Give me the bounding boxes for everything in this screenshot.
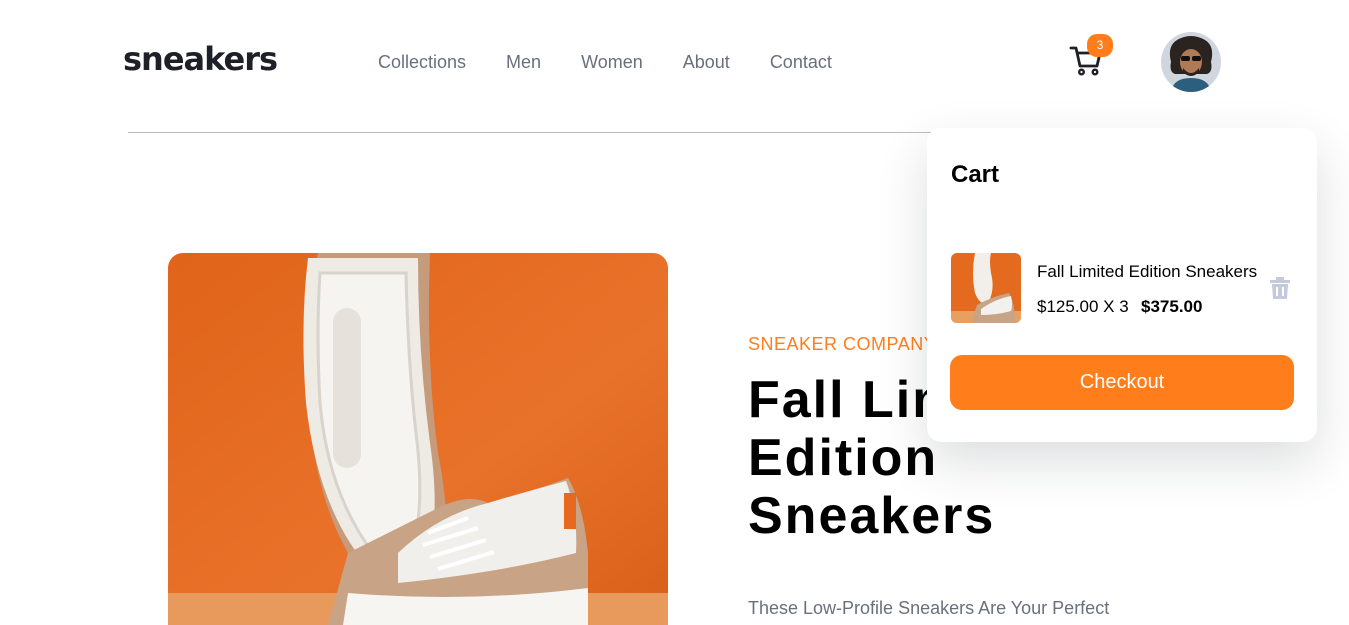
product-image[interactable] [168, 253, 668, 625]
main-nav: Collections Men Women About Contact [378, 52, 832, 73]
cart-item-name: Fall Limited Edition Sneakers [1037, 262, 1258, 281]
nav-collections[interactable]: Collections [378, 52, 466, 73]
company-label: SNEAKER COMPANY [748, 334, 937, 354]
nav-women[interactable]: Women [581, 52, 643, 73]
nav-contact[interactable]: Contact [770, 52, 832, 73]
site-header: sneakers Collections Men Women About Con… [0, 0, 1349, 133]
cart-dropdown: Cart Fall Limited Edition Sneakers $125.… [927, 128, 1317, 442]
cart-item-thumbnail [951, 253, 1021, 323]
cart-item-price: $125.00 X 3 [1037, 297, 1129, 316]
cart-heading: Cart [951, 161, 1000, 188]
cart-count-badge: 3 [1087, 34, 1113, 57]
nav-about[interactable]: About [683, 52, 730, 73]
checkout-button[interactable]: Checkout [950, 355, 1294, 410]
cart-item-total: $375.00 [1141, 297, 1203, 316]
user-avatar[interactable] [1161, 32, 1221, 92]
product-description: These Low-Profile Sneakers Are Your Perf… [748, 598, 1110, 618]
nav-men[interactable]: Men [506, 52, 541, 73]
logo[interactable]: sneakers [123, 40, 278, 78]
trash-icon[interactable] [1270, 277, 1290, 299]
